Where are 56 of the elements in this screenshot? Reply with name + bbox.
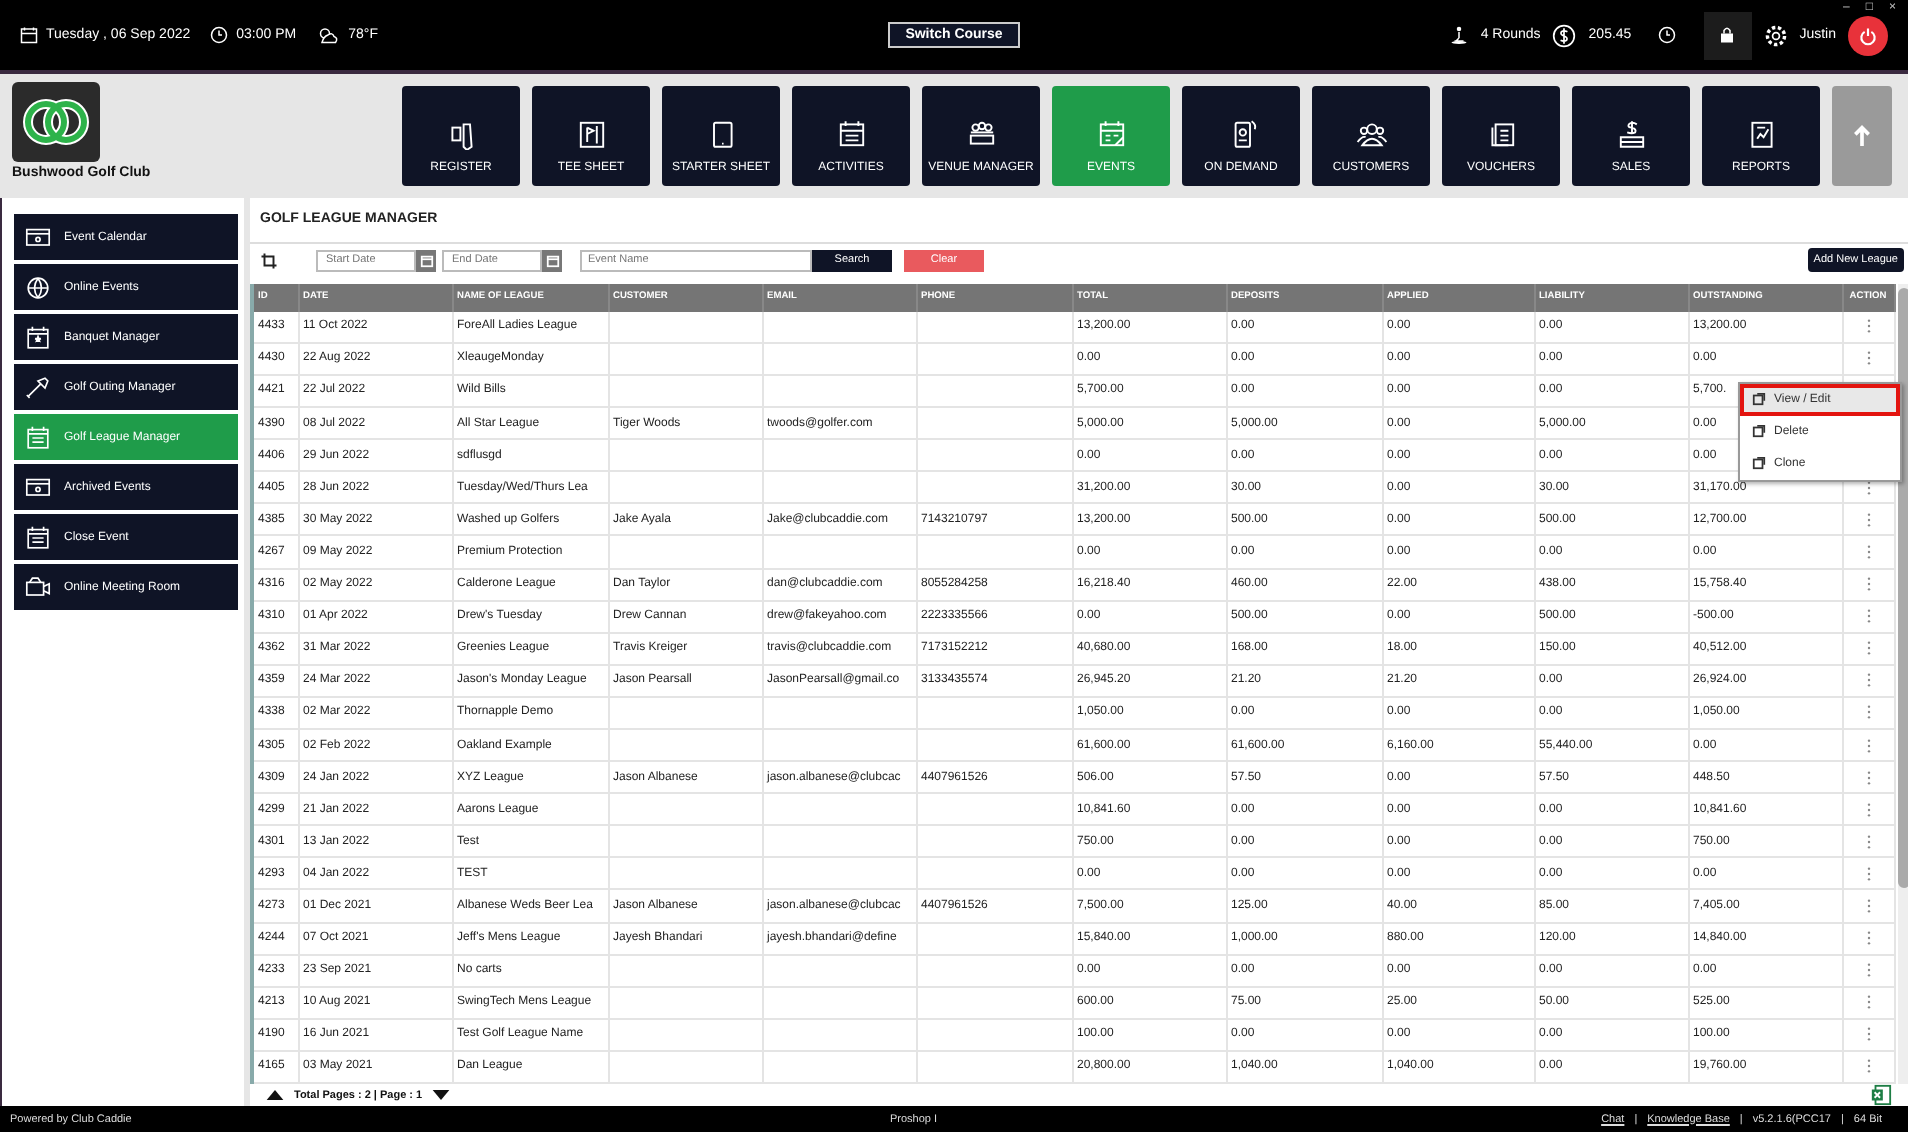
spreadsheet-export-icon[interactable]	[1870, 1084, 1892, 1106]
people-table-icon	[965, 118, 997, 150]
previous-page-icon[interactable]	[266, 1090, 284, 1100]
next-page-icon[interactable]	[432, 1090, 451, 1100]
more-icon[interactable]	[1865, 737, 1871, 754]
video-camera-icon	[24, 573, 52, 601]
clock-icon	[1658, 26, 1677, 44]
refresh-icon[interactable]	[260, 251, 278, 270]
power-button[interactable]	[1848, 15, 1888, 55]
calendar-icon[interactable]	[542, 249, 562, 272]
power-icon	[1858, 25, 1878, 45]
more-icon[interactable]	[1865, 994, 1871, 1011]
calendar-list-icon	[24, 523, 52, 551]
more-icon[interactable]	[1865, 608, 1871, 625]
more-icon[interactable]	[1865, 511, 1871, 528]
more-icon[interactable]	[1865, 543, 1871, 560]
more-icon[interactable]	[1865, 640, 1871, 657]
report-icon	[1745, 118, 1777, 150]
clock-icon	[210, 26, 229, 44]
more-icon[interactable]	[1865, 769, 1871, 786]
calendar-icon	[20, 26, 38, 44]
lock-button[interactable]	[1703, 11, 1752, 59]
more-icon[interactable]	[1865, 865, 1871, 882]
more-icon[interactable]	[1865, 1026, 1871, 1043]
dollar-icon	[1552, 23, 1577, 47]
more-icon[interactable]	[1865, 672, 1871, 689]
money-icon	[1615, 118, 1647, 150]
more-icon[interactable]	[1865, 897, 1871, 914]
more-icon[interactable]	[1865, 801, 1871, 818]
globe-icon	[24, 273, 52, 301]
logo-icon	[12, 82, 100, 162]
settings-icon[interactable]	[1763, 23, 1788, 47]
more-icon[interactable]	[1865, 833, 1871, 850]
calendar-icon[interactable]	[416, 249, 436, 272]
copy-icon	[1752, 456, 1766, 471]
people-icon	[1355, 118, 1387, 150]
calendar-edit-icon	[1095, 118, 1127, 150]
weather-icon	[316, 26, 341, 44]
calendar-list-icon	[24, 423, 52, 451]
more-icon[interactable]	[1865, 1058, 1871, 1075]
more-icon[interactable]	[1865, 704, 1871, 721]
golfer-icon	[1450, 26, 1469, 44]
more-icon[interactable]	[1865, 576, 1871, 593]
document-stack-icon	[1485, 118, 1517, 150]
scrollbar[interactable]	[1897, 283, 1908, 1084]
calendar-icon	[835, 118, 867, 150]
id-card-icon	[24, 223, 52, 251]
scroll-up-button[interactable]	[1832, 86, 1892, 186]
lock-icon	[1718, 26, 1737, 44]
more-icon[interactable]	[1865, 930, 1871, 947]
up-arrow-icon	[1852, 124, 1872, 148]
flag-board-icon	[575, 118, 607, 150]
more-icon[interactable]	[1865, 962, 1871, 979]
id-card-icon	[24, 473, 52, 501]
scanner-icon	[445, 118, 477, 150]
golf-club-icon	[24, 373, 52, 401]
